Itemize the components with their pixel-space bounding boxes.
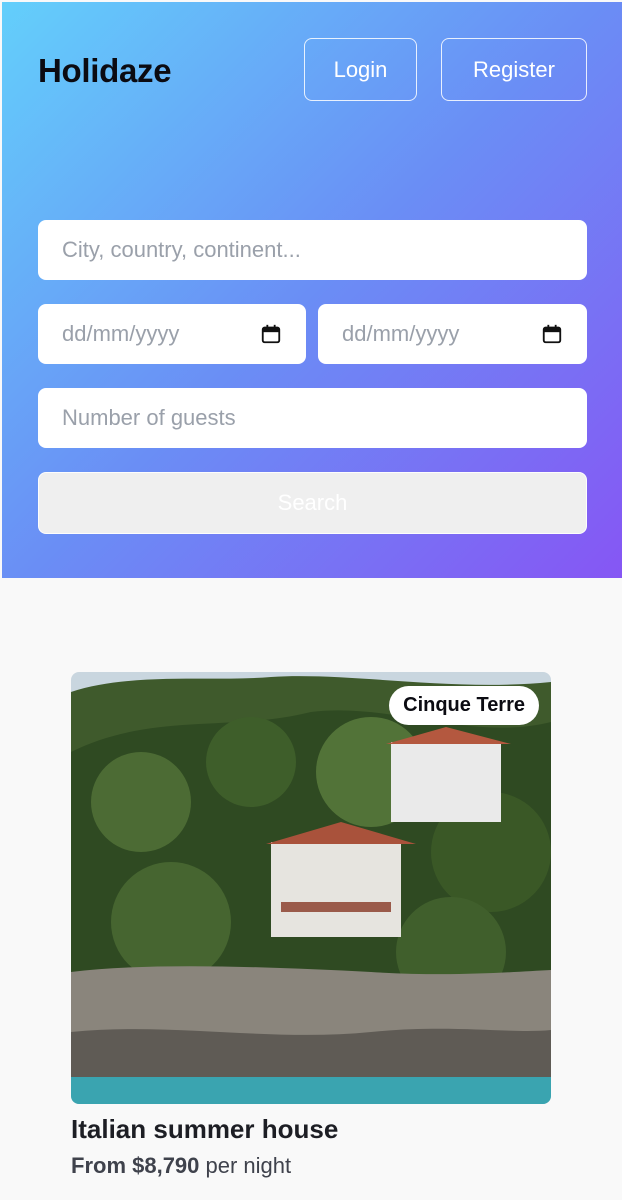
checkout-placeholder: dd/mm/yyyy [342, 321, 460, 346]
listing-card[interactable]: Cinque Terre Italian summer house From $… [71, 672, 551, 1179]
checkin-date-input[interactable]: dd/mm/yyyy [38, 304, 306, 364]
guests-placeholder: Number of guests [62, 405, 236, 430]
location-placeholder: City, country, continent... [62, 237, 301, 262]
calendar-icon[interactable] [541, 323, 563, 345]
checkin-placeholder: dd/mm/yyyy [62, 321, 180, 346]
price-unit: per night [199, 1153, 292, 1178]
brand-logo[interactable]: Holidaze [38, 52, 172, 90]
calendar-icon[interactable] [260, 323, 282, 345]
listing-title[interactable]: Italian summer house [71, 1114, 551, 1145]
listing-price: From $8,790 per night [71, 1153, 551, 1179]
location-input[interactable]: City, country, continent... [38, 220, 587, 280]
guests-input[interactable]: Number of guests [38, 388, 587, 448]
location-badge: Cinque Terre [389, 686, 539, 725]
login-button[interactable]: Login [304, 38, 417, 101]
checkout-date-input[interactable]: dd/mm/yyyy [318, 304, 587, 364]
register-button[interactable]: Register [441, 38, 587, 101]
listing-image[interactable]: Cinque Terre [71, 672, 551, 1104]
listing-photo [71, 672, 551, 1104]
hero-search-section: Holidaze Login Register City, country, c… [2, 2, 622, 578]
search-button[interactable]: Search [38, 472, 587, 534]
price-amount: From $8,790 [71, 1153, 200, 1178]
